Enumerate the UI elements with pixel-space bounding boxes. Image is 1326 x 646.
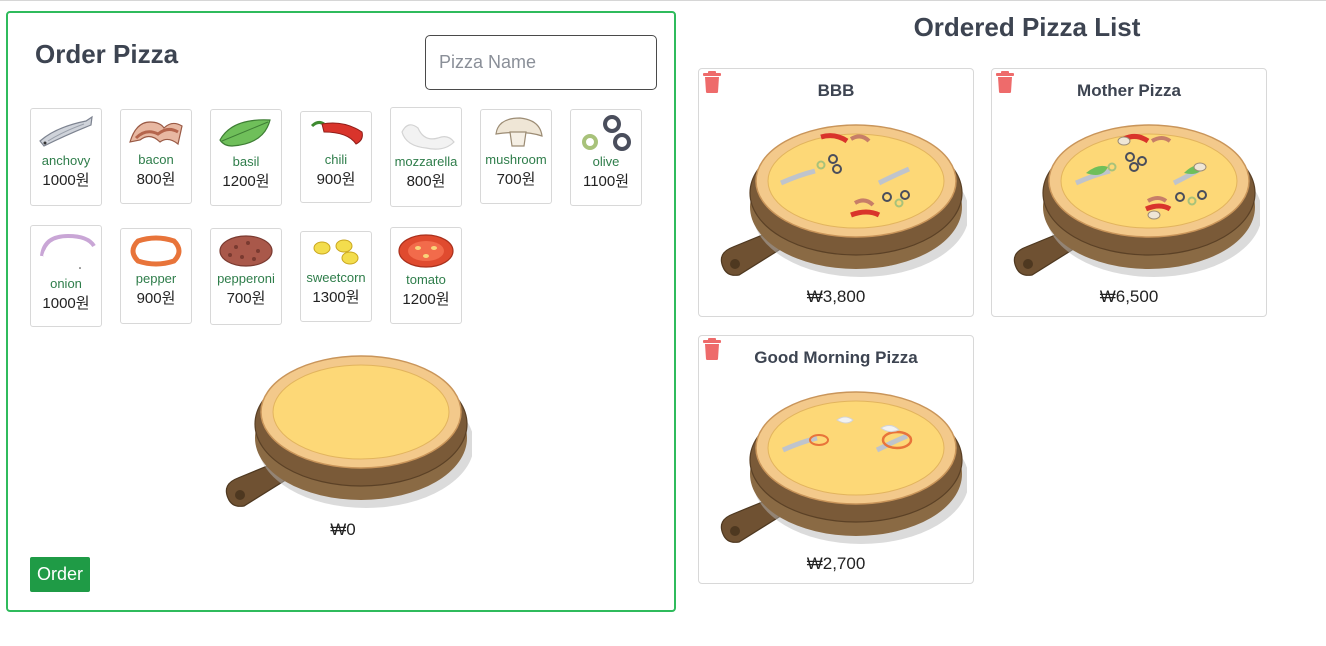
topping-price: 800원 [136,171,176,188]
topping-name: pepperoni [217,271,275,286]
topping-pepperoni[interactable]: pepperoni 700원 [210,228,282,325]
topping-price: 1000원 [42,172,90,189]
topping-price: 900원 [316,171,356,188]
tomato-icon [398,234,454,268]
pizza-card: BBB ₩3,800 [698,68,974,317]
mushroom-icon [495,117,543,147]
topping-pepper[interactable]: pepper 900원 [120,228,192,324]
pizza-card: Good Morning Pizza ₩2,700 [698,335,974,584]
topping-mushroom[interactable]: mushroom 700원 [480,109,552,204]
pizza-name-input[interactable] [425,35,657,90]
anchovy-icon [39,115,93,147]
topping-name: chili [324,152,348,167]
topping-name: mushroom [485,152,547,167]
pizza-name: BBB [817,81,855,100]
pizza-name: Good Morning Pizza [754,348,918,367]
topping-name: bacon [138,152,174,167]
topping-price: 700원 [496,171,536,188]
ordered-list-title: Ordered Pizza List [913,12,1141,42]
topping-name: tomato [406,272,446,287]
bacon-icon [129,121,183,146]
topping-name: anchovy [41,153,91,168]
sweetcorn-icon [313,239,359,265]
topping-name: pepper [135,271,177,286]
olive-icon [582,115,631,151]
pizza-price: ₩6,500 [1099,287,1159,306]
onion-icon [40,233,96,269]
mozzarella-icon [401,124,455,150]
topping-price: 1200원 [222,173,270,190]
order-button[interactable]: Order [30,557,90,592]
topping-basil[interactable]: basil 1200원 [210,109,282,206]
order-total: ₩0 [330,520,356,539]
topping-name: mozzarella [394,154,458,169]
topping-price: 900원 [136,290,176,307]
topping-price: 700원 [226,290,266,307]
pizza-board [225,355,472,508]
top-divider [0,0,1326,1]
order-panel: Order Pizza anchovy 1000원 bacon 800원 bas… [6,11,676,612]
pizza-board [720,124,967,277]
topping-onion[interactable]: onion 1000원 [30,225,102,327]
pizza-board [720,391,967,544]
order-title: Order Pizza [35,39,179,69]
pepperoni-icon [219,235,273,267]
pizza-price: ₩3,800 [806,287,866,306]
topping-price: 1000원 [42,295,90,312]
pizza-price: ₩2,700 [806,554,866,573]
topping-price: 1300원 [312,289,360,306]
pizza-name: Mother Pizza [1077,81,1181,100]
topping-anchovy[interactable]: anchovy 1000원 [30,108,102,206]
topping-name: olive [592,154,620,169]
topping-bacon[interactable]: bacon 800원 [120,109,192,204]
pepper-icon [130,235,182,267]
topping-tomato[interactable]: tomato 1200원 [390,227,462,324]
pizza-board [1013,124,1260,277]
topping-price: 1200원 [402,291,450,308]
chili-icon [310,120,363,145]
pizza-card: Mother Pizza ₩6,500 [991,68,1267,317]
topping-price: 800원 [406,173,446,190]
topping-price: 1100원 [582,173,630,190]
topping-olive[interactable]: olive 1100원 [570,109,642,206]
topping-name: onion [50,276,82,291]
topping-name: sweetcorn [306,270,366,285]
basil-icon [219,119,271,147]
topping-chili[interactable]: chili 900원 [300,111,372,203]
topping-sweetcorn[interactable]: sweetcorn 1300원 [300,231,372,322]
topping-name: basil [232,154,260,169]
topping-mozzarella[interactable]: mozzarella 800원 [390,107,462,207]
